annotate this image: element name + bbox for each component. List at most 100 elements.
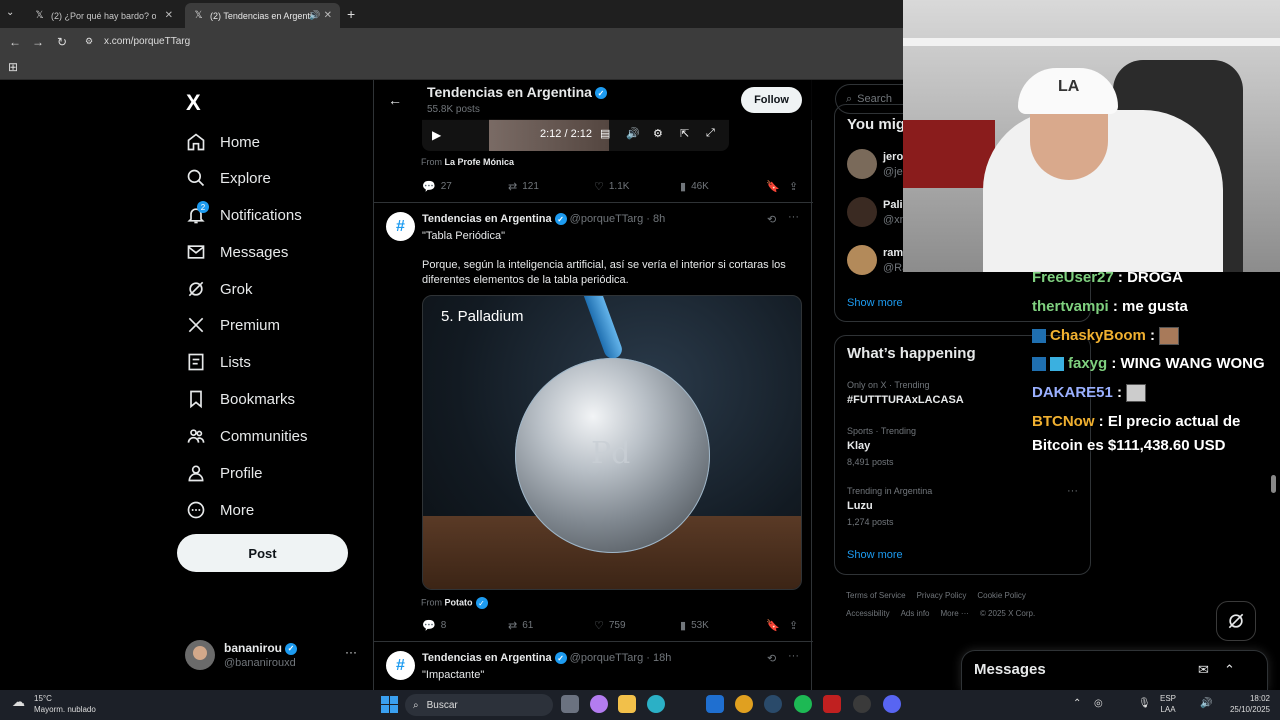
new-message-icon[interactable]: ✉: [1198, 662, 1209, 678]
sidebar-item-communities[interactable]: Communities: [186, 424, 308, 448]
sidebar-item-premium[interactable]: Premium: [186, 313, 280, 337]
trend-more-icon[interactable]: ···: [1067, 485, 1078, 497]
edge-icon[interactable]: [647, 695, 665, 713]
tray-volume-icon[interactable]: 🔊: [1200, 698, 1212, 709]
fullscreen-icon[interactable]: ⤢: [706, 127, 715, 140]
account-switcher[interactable]: bananirou ✓ @bananirouxd ···: [185, 640, 360, 672]
tab-2[interactable]: 𝕏 (2) Tendencias en Argentina 🔊 ✕: [185, 3, 340, 28]
chrome-icon[interactable]: [735, 695, 753, 713]
spotify-icon[interactable]: [794, 695, 812, 713]
suggested-account[interactable]: jero @jer: [847, 147, 907, 183]
tab-1[interactable]: 𝕏 (2) ¿Por qué hay bardo? on X: "... ✕: [26, 3, 181, 28]
apps-grid-icon[interactable]: ⊞: [8, 60, 18, 74]
trend-name[interactable]: Klay: [847, 440, 870, 452]
discord-icon[interactable]: [883, 695, 901, 713]
account-more-icon[interactable]: ···: [345, 645, 357, 659]
grok-icon[interactable]: ⟲: [767, 652, 776, 665]
reply-button[interactable]: 💬 27: [422, 180, 452, 193]
media-app-icon[interactable]: [823, 695, 841, 713]
file-explorer-icon[interactable]: [618, 695, 636, 713]
expand-icon[interactable]: ⌃: [1224, 662, 1235, 678]
share-button[interactable]: ⇪: [789, 619, 803, 632]
tab-list-button[interactable]: ⌄: [6, 7, 14, 18]
reply-button[interactable]: 💬 8: [422, 619, 446, 632]
suggested-account[interactable]: ram @Ra: [847, 243, 908, 279]
tweet-body: Porque, según la inteligencia artificial…: [422, 259, 786, 286]
volume-icon[interactable]: 🔊: [626, 127, 640, 140]
post-button[interactable]: Post: [177, 534, 348, 572]
footer-link[interactable]: Accessibility: [846, 609, 890, 618]
show-more-link[interactable]: Show more: [847, 297, 903, 309]
play-icon[interactable]: ▶: [432, 128, 441, 142]
sidebar-item-more[interactable]: More: [186, 498, 254, 522]
windows-start-icon[interactable]: [381, 696, 398, 713]
sidebar-item-profile[interactable]: Profile: [186, 461, 263, 485]
steam-icon[interactable]: [764, 695, 782, 713]
footer-link[interactable]: Terms of Service: [846, 591, 906, 600]
like-button[interactable]: ♡ 1.1K: [594, 180, 629, 193]
obs-icon[interactable]: [853, 695, 871, 713]
tray-chevron-icon[interactable]: ⌃: [1073, 698, 1081, 709]
repost-button[interactable]: ⇄ 121: [508, 180, 539, 193]
taskbar-clock[interactable]: 18:02 25/10/2025: [1218, 693, 1270, 715]
back-arrow-icon[interactable]: ←: [388, 92, 402, 108]
x-logo[interactable]: X: [186, 90, 201, 116]
footer-link[interactable]: Cookie Policy: [977, 591, 1025, 600]
repost-button[interactable]: ⇄ 61: [508, 619, 533, 632]
new-tab-button[interactable]: +: [347, 6, 355, 22]
url-field[interactable]: x.com/porqueTTarg: [104, 36, 190, 47]
outlook-icon[interactable]: [706, 695, 724, 713]
popout-icon[interactable]: ⇱: [680, 127, 689, 140]
sidebar-item-notifications[interactable]: 2 Notifications: [186, 201, 302, 227]
grok-icon[interactable]: ⟲: [767, 213, 776, 226]
reload-button[interactable]: ↻: [55, 35, 69, 49]
speaker-icon[interactable]: 🔊: [309, 10, 320, 21]
tweet-author[interactable]: Tendencias en Argentina ✓ @porqueTTarg · …: [422, 213, 665, 226]
sidebar-item-messages[interactable]: Messages: [186, 240, 288, 264]
trend-name[interactable]: #FUTTTURAxLACASA: [847, 394, 964, 406]
bookmark-button[interactable]: 🔖: [766, 180, 785, 193]
tab-close-icon[interactable]: ✕: [324, 10, 332, 21]
like-button[interactable]: ♡ 759: [594, 619, 626, 632]
tweet-media[interactable]: Pd 5. Palladium: [422, 295, 802, 590]
views-button[interactable]: ▮ 53K: [680, 619, 709, 632]
input-language[interactable]: ESP LAA: [1160, 693, 1176, 715]
tray-mic-icon[interactable]: 🎙: [1138, 698, 1151, 709]
show-more-link[interactable]: Show more: [847, 549, 903, 561]
sidebar-item-home[interactable]: Home: [186, 130, 260, 154]
follow-button[interactable]: Follow: [741, 87, 802, 113]
task-view-icon[interactable]: [561, 695, 579, 713]
share-button[interactable]: ⇪: [789, 180, 803, 193]
more-icon[interactable]: ···: [788, 650, 799, 662]
forward-button[interactable]: →: [31, 35, 45, 49]
site-info-icon[interactable]: ⚙: [85, 36, 93, 47]
copilot-icon[interactable]: [590, 695, 608, 713]
tab-close-icon[interactable]: ✕: [165, 10, 173, 21]
tray-network-icon[interactable]: ◎: [1094, 698, 1103, 709]
captions-icon[interactable]: ▤: [600, 127, 610, 140]
footer-link[interactable]: Privacy Policy: [917, 591, 967, 600]
tweet-author[interactable]: Tendencias en Argentina ✓ @porqueTTarg · …: [422, 652, 671, 665]
trend-name[interactable]: Luzu: [847, 500, 873, 512]
taskbar-search[interactable]: ⌕ Buscar: [405, 694, 553, 716]
bookmark-button[interactable]: 🔖: [766, 619, 785, 632]
more-icon[interactable]: ···: [788, 211, 799, 223]
views-button[interactable]: ▮ 46K: [680, 180, 709, 193]
sidebar-item-label: Profile: [220, 464, 263, 482]
footer-link[interactable]: More ···: [940, 609, 968, 618]
messages-drawer[interactable]: Messages ✉ ⌃: [961, 650, 1268, 690]
settings-gear-icon[interactable]: ⚙: [653, 127, 663, 140]
sidebar-item-grok[interactable]: Grok: [186, 277, 253, 301]
suggested-account[interactable]: Pali @xn: [847, 195, 907, 231]
back-button[interactable]: ←: [8, 35, 22, 49]
page-scrollbar[interactable]: [1271, 475, 1276, 493]
from-name[interactable]: La Profe Mónica: [445, 157, 515, 167]
from-name[interactable]: Potato: [445, 597, 473, 607]
sidebar-item-bookmarks[interactable]: Bookmarks: [186, 387, 295, 411]
grok-floating-button[interactable]: [1216, 601, 1256, 641]
tweet-avatar[interactable]: #: [386, 212, 415, 241]
sidebar-item-explore[interactable]: Explore: [186, 166, 271, 190]
footer-link[interactable]: Ads info: [901, 609, 930, 618]
sidebar-item-lists[interactable]: Lists: [186, 350, 251, 374]
tweet-avatar[interactable]: #: [386, 651, 415, 680]
